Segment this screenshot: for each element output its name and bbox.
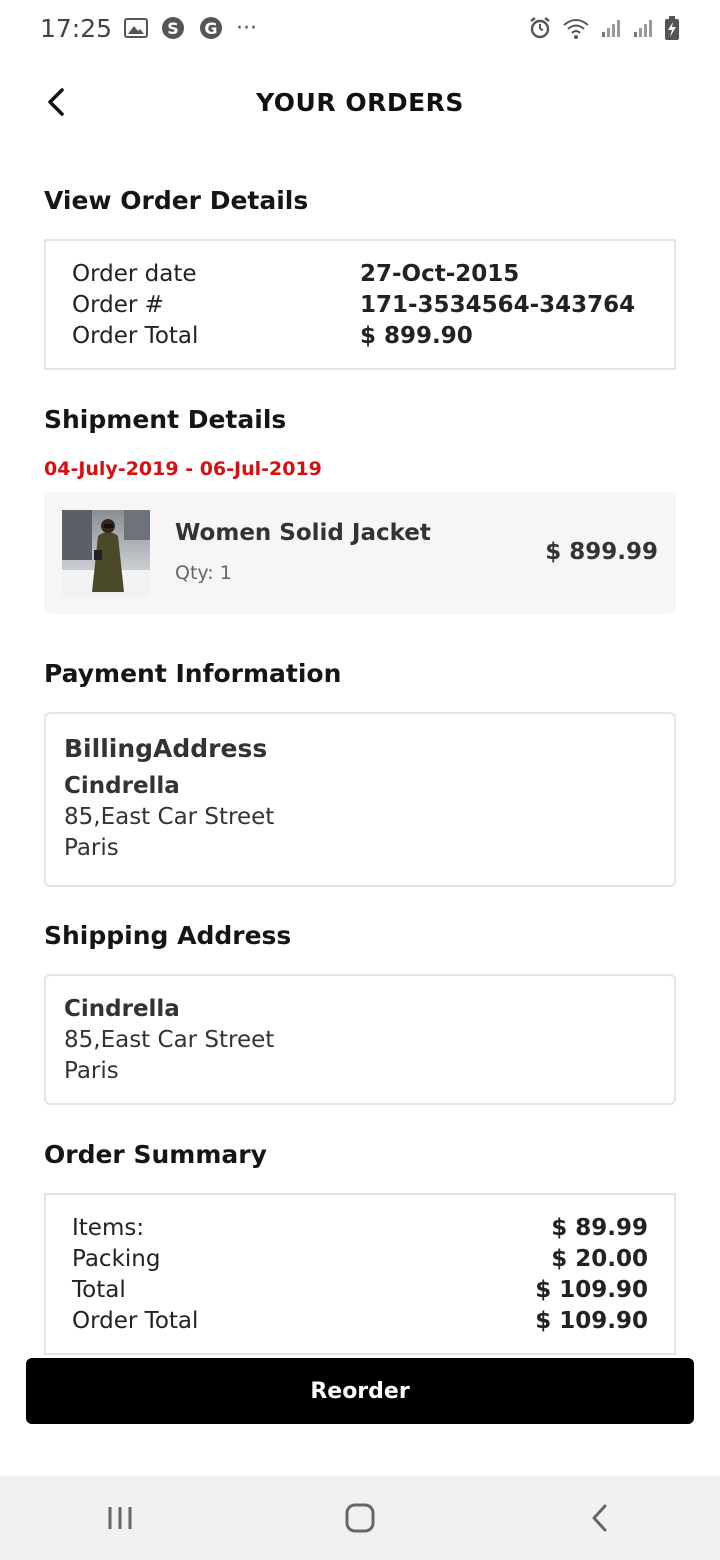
summary-order-total-row: Order Total $ 109.90	[72, 1306, 648, 1337]
order-summary-box: Items: $ 89.99 Packing $ 20.00 Total $ 1…	[44, 1193, 676, 1355]
alarm-icon	[528, 16, 552, 40]
svg-text:S: S	[167, 19, 179, 38]
svg-text:G: G	[204, 19, 217, 38]
shipping-address-box: Cindrella 85,East Car Street Paris	[44, 974, 676, 1105]
summary-packing-value: $ 20.00	[551, 1246, 648, 1272]
billing-city: Paris	[64, 835, 119, 861]
wifi-icon	[562, 16, 590, 40]
summary-order-total-value: $ 109.90	[535, 1308, 648, 1334]
recent-apps-button[interactable]	[80, 1488, 160, 1548]
order-number-value: 171-3534564-343764	[360, 292, 636, 318]
status-left: 17:25 S G ···	[40, 14, 257, 43]
order-number-row: Order # 171-3534564-343764	[72, 290, 648, 321]
chevron-left-icon	[48, 88, 64, 116]
summary-title: Order Summary	[44, 1140, 267, 1169]
order-date-value: 27-Oct-2015	[360, 261, 520, 287]
order-total-row: Order Total $ 899.90	[72, 321, 648, 352]
google-icon: G	[198, 15, 224, 41]
product-qty: Qty: 1	[175, 562, 232, 584]
recent-apps-icon	[108, 1507, 132, 1529]
summary-items-label: Items:	[72, 1215, 145, 1241]
gallery-icon	[124, 17, 149, 39]
product-thumbnail[interactable]	[62, 510, 150, 597]
shipment-dates: 04-July-2019 - 06-Jul-2019	[44, 458, 322, 480]
summary-total-row: Total $ 109.90	[72, 1275, 648, 1306]
summary-items-row: Items: $ 89.99	[72, 1213, 648, 1244]
skype-icon: S	[160, 15, 186, 41]
billing-address-box: BillingAddress Cindrella 85,East Car Str…	[44, 712, 676, 887]
order-details-box: Order date 27-Oct-2015 Order # 171-35345…	[44, 239, 676, 370]
order-total-value: $ 899.90	[360, 323, 473, 349]
page-title: YOUR ORDERS	[256, 87, 464, 117]
back-button[interactable]	[38, 84, 74, 120]
order-details-title: View Order Details	[44, 186, 309, 215]
summary-total-value: $ 109.90	[535, 1277, 648, 1303]
order-total-label: Order Total	[72, 323, 199, 349]
billing-name: Cindrella	[64, 773, 180, 799]
signal-icon	[600, 17, 622, 39]
status-right	[528, 15, 680, 41]
summary-total-label: Total	[72, 1277, 126, 1303]
shipping-city: Paris	[64, 1058, 119, 1084]
status-bar: 17:25 S G ···	[0, 0, 720, 56]
shipping-name: Cindrella	[64, 996, 180, 1022]
home-icon	[345, 1503, 375, 1533]
summary-packing-label: Packing	[72, 1246, 161, 1272]
order-date-row: Order date 27-Oct-2015	[72, 259, 648, 290]
summary-order-total-label: Order Total	[72, 1308, 199, 1334]
shipment-title: Shipment Details	[44, 405, 287, 434]
product-name: Women Solid Jacket	[175, 520, 431, 546]
shipping-street: 85,East Car Street	[64, 1027, 275, 1053]
shipment-item-card[interactable]: Women Solid Jacket Qty: 1 $ 899.99	[44, 492, 676, 614]
navigation-bar	[0, 1476, 720, 1560]
billing-address-heading: BillingAddress	[64, 734, 268, 763]
product-price: $ 899.99	[545, 539, 658, 565]
order-number-label: Order #	[72, 292, 164, 318]
summary-packing-row: Packing $ 20.00	[72, 1244, 648, 1275]
back-icon	[592, 1504, 607, 1532]
battery-charging-icon	[664, 15, 680, 41]
shipping-title: Shipping Address	[44, 921, 292, 950]
page: 17:25 S G ··· YOUR ORDERS View Order Det…	[0, 0, 720, 1560]
system-back-button[interactable]	[560, 1488, 640, 1548]
order-date-label: Order date	[72, 261, 197, 287]
signal-icon	[632, 17, 654, 39]
home-button[interactable]	[320, 1488, 400, 1548]
payment-title: Payment Information	[44, 659, 342, 688]
billing-street: 85,East Car Street	[64, 804, 275, 830]
summary-items-value: $ 89.99	[551, 1215, 648, 1241]
more-dots-icon: ···	[236, 15, 258, 41]
reorder-button[interactable]: Reorder	[26, 1358, 694, 1424]
status-time: 17:25	[40, 13, 113, 43]
header: YOUR ORDERS	[0, 72, 720, 132]
